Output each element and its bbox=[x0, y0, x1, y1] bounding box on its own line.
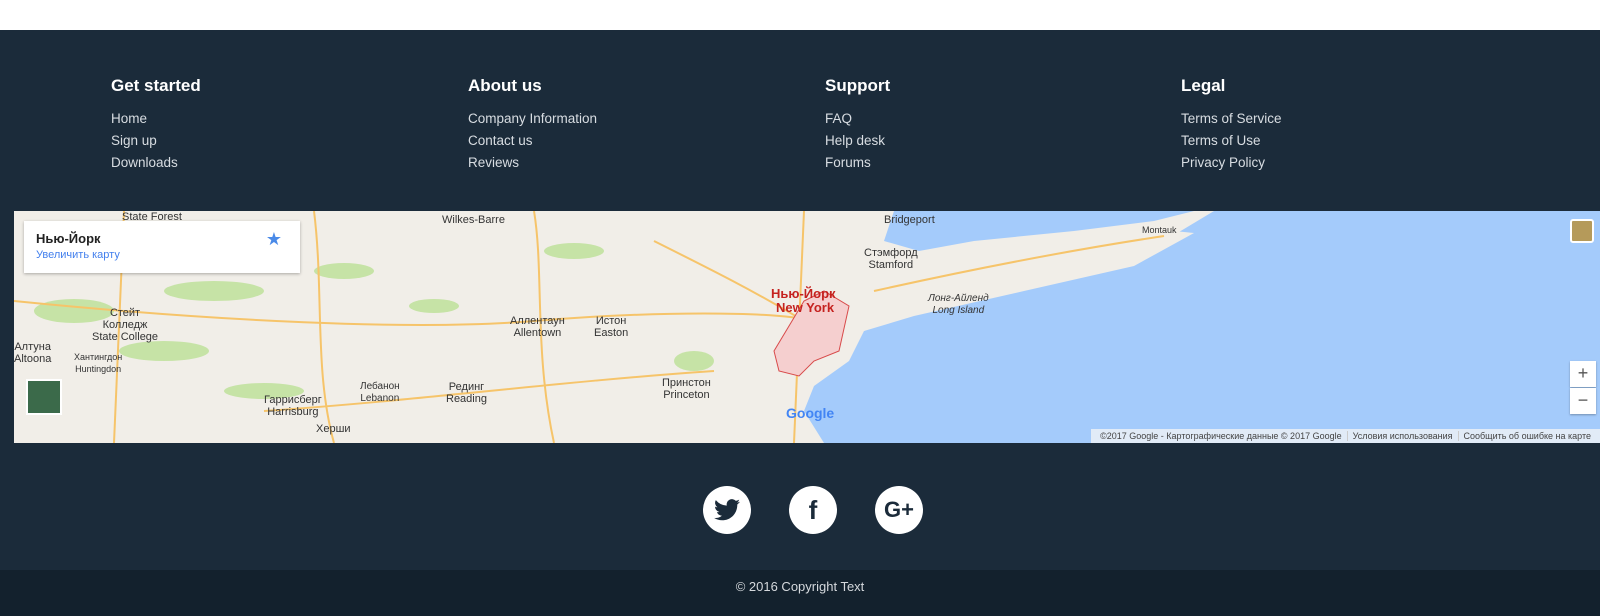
satellite-toggle[interactable] bbox=[26, 379, 62, 415]
map-label: Херши bbox=[316, 423, 351, 435]
map-label: Montauk bbox=[1142, 225, 1177, 235]
embedded-map[interactable]: State Forest Wilkes-Barre Bridgeport Стэ… bbox=[14, 211, 1600, 443]
map-label: New York bbox=[776, 300, 835, 315]
map-label: Стэмфорд Stamford bbox=[864, 247, 918, 271]
link-home[interactable]: Home bbox=[111, 108, 201, 130]
report-error-link[interactable]: Сообщить об ошибке на карте bbox=[1457, 431, 1596, 441]
place-title: Нью-Йорк bbox=[36, 231, 101, 246]
column-title: About us bbox=[468, 76, 542, 95]
link-company-information[interactable]: Company Information bbox=[468, 108, 597, 130]
zoom-out-button[interactable]: − bbox=[1570, 388, 1596, 414]
footer-column-get-started: Get started Home Sign up Downloads bbox=[111, 76, 201, 174]
google-logo: Google bbox=[786, 405, 835, 421]
map-label: Стейт Колледж State College bbox=[92, 307, 159, 343]
column-title: Get started bbox=[111, 76, 201, 95]
link-downloads[interactable]: Downloads bbox=[111, 152, 201, 174]
map-label: Лонг-Айленд Long Island bbox=[928, 293, 989, 316]
footer-column-legal: Legal Terms of Service Terms of Use Priv… bbox=[1181, 76, 1282, 174]
map-label: Лебанон Lebanon bbox=[360, 381, 400, 404]
link-forums[interactable]: Forums bbox=[825, 152, 890, 174]
link-reviews[interactable]: Reviews bbox=[468, 152, 597, 174]
twitter-icon[interactable] bbox=[703, 486, 751, 534]
copyright-text: © 2016 Copyright Text bbox=[735, 579, 865, 594]
map-attribution: ©2017 Google - Картографические данные ©… bbox=[1091, 429, 1600, 443]
map-label: Истон Easton bbox=[594, 315, 629, 339]
column-title: Support bbox=[825, 76, 891, 95]
link-terms-of-service[interactable]: Terms of Service bbox=[1181, 108, 1282, 130]
star-icon[interactable]: ★ bbox=[266, 229, 282, 250]
map-label: Алтуна Altoona bbox=[14, 341, 52, 365]
map-label: Нью-Йорк bbox=[771, 286, 836, 301]
map-copyright: ©2017 Google - Картографические данные ©… bbox=[1100, 431, 1342, 441]
footer-column-about: About us Company Information Contact us … bbox=[468, 76, 597, 174]
link-terms-of-use[interactable]: Terms of Use bbox=[1181, 130, 1282, 152]
map-label: Bridgeport bbox=[884, 214, 935, 226]
zoom-in-button[interactable]: + bbox=[1570, 361, 1596, 387]
column-title: Legal bbox=[1181, 76, 1226, 95]
footer-column-support: Support FAQ Help desk Forums bbox=[825, 76, 890, 174]
terms-link[interactable]: Условия использования bbox=[1346, 431, 1458, 441]
link-help-desk[interactable]: Help desk bbox=[825, 130, 890, 152]
place-card: Нью-Йорк Увеличить карту ★ bbox=[24, 221, 300, 273]
google-plus-icon[interactable]: G+ bbox=[875, 486, 923, 534]
link-faq[interactable]: FAQ bbox=[825, 108, 890, 130]
map-label: Аллентаун Allentown bbox=[510, 315, 565, 339]
link-sign-up[interactable]: Sign up bbox=[111, 130, 201, 152]
map-label: Wilkes-Barre bbox=[442, 214, 505, 226]
link-privacy-policy[interactable]: Privacy Policy bbox=[1181, 152, 1282, 174]
map-label: Хантингдон Huntingdon bbox=[74, 352, 123, 374]
facebook-icon[interactable]: f bbox=[789, 486, 837, 534]
link-contact-us[interactable]: Contact us bbox=[468, 130, 597, 152]
map-label: Гаррисберг Harrisburg bbox=[264, 394, 322, 418]
enlarge-map-link[interactable]: Увеличить карту bbox=[36, 249, 288, 261]
copyright-bar: © 2016 Copyright Text bbox=[0, 570, 1600, 616]
top-blank bbox=[0, 0, 1600, 30]
pegman-icon[interactable] bbox=[1570, 219, 1594, 243]
map-label: Рединг Reading bbox=[446, 381, 487, 405]
map-label: Принстон Princeton bbox=[662, 377, 711, 401]
